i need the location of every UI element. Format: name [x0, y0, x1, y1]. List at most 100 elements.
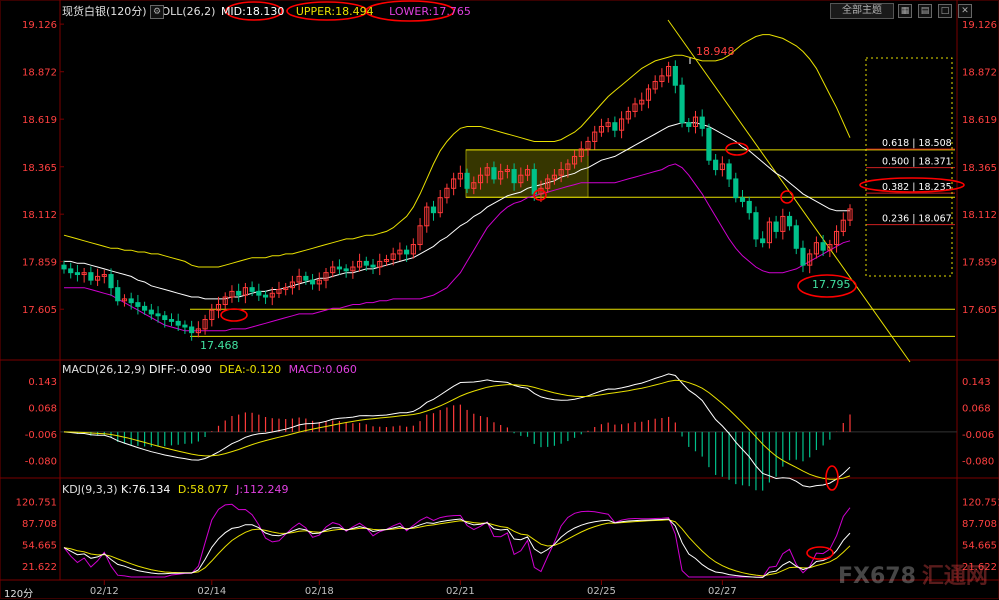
price-tick-label-right: 18.619: [962, 115, 997, 126]
candle-body-down: [699, 116, 705, 129]
highlight-circle-support: [220, 308, 248, 322]
macd-diff-value: DIFF:-0.090: [149, 363, 212, 376]
price-tick-label-right: 17.605: [962, 305, 997, 316]
candle-body-down: [309, 279, 316, 285]
candle-body-down: [793, 225, 799, 249]
macd-tick-label-right: -0.080: [962, 457, 994, 468]
candle-body-down: [249, 287, 255, 292]
macd-indicator-name: MACD(26,12,9): [62, 363, 146, 376]
kdj-tick-label-right: 54.665: [962, 541, 997, 552]
macd-tick-label-right: -0.006: [962, 430, 994, 441]
macd-tick-label-left: -0.006: [25, 430, 57, 441]
layout-grid-icon[interactable]: ▦: [898, 4, 912, 18]
kdj-j-value: J:112.249: [236, 483, 289, 496]
chart-window: 19.126 19.126 18.872 18.872 18.619 18.619 18.3…: [0, 0, 999, 600]
candle-body-down: [800, 247, 806, 266]
candle-body-down: [189, 326, 195, 334]
boll-mid-value: MID:18.130: [220, 5, 285, 18]
price-tick-label-right: 18.112: [962, 210, 997, 221]
candle-body-down: [753, 212, 759, 240]
close-icon[interactable]: ✕: [958, 4, 972, 18]
candle-body-down: [108, 274, 114, 289]
candle-body-down: [679, 84, 685, 124]
fib-level-label: 0.618 | 18.508: [882, 138, 952, 149]
price-tick-label-left: 18.872: [22, 68, 57, 79]
candle-body-down: [706, 127, 712, 161]
candle-body-down: [155, 313, 161, 317]
macd-tick-label-left: 0.068: [28, 404, 57, 415]
candle-body-down: [773, 221, 779, 232]
candle-body-down: [733, 178, 739, 199]
candle-body-down: [511, 169, 517, 184]
macd-macd-value: MACD:0.060: [288, 363, 357, 376]
candle-body-down: [303, 275, 309, 281]
candle-body-down: [820, 242, 826, 251]
candle-body-down: [128, 298, 134, 304]
price-tick-label-left: 17.859: [22, 258, 57, 269]
candle-body-down: [256, 290, 262, 296]
kdj-d-line: [63, 519, 851, 577]
kdj-k-line: [63, 518, 851, 578]
boll-lower-value: LOWER:17.765: [389, 5, 471, 18]
boll-lower-band: [64, 163, 851, 332]
kdj-tick-label-left: 54.665: [22, 541, 57, 552]
candle-body-down: [162, 315, 168, 321]
watermark-cn: 汇通网: [921, 564, 988, 589]
candle-body-down: [713, 159, 719, 171]
kdj-j-line: [63, 503, 851, 578]
boll-mid-band: [64, 122, 850, 300]
price-chart-canvas[interactable]: 19.126 19.126 18.872 18.872 18.619 18.619 18.3…: [0, 0, 999, 599]
candle-body-down: [726, 163, 732, 180]
candle-body-down: [115, 287, 121, 302]
candle-body-down: [343, 268, 349, 272]
settings-gear-icon[interactable]: ⚙: [150, 5, 164, 19]
kdj-tick-label-left: 21.622: [22, 562, 57, 573]
date-tick-label: 02/27: [708, 586, 737, 597]
candle-body-down: [236, 290, 242, 296]
boll-upper-band: [63, 34, 851, 268]
candle-body-down: [404, 249, 410, 255]
boll-upper-value: UPPER:18.494: [295, 5, 374, 18]
candle-body-down: [336, 266, 343, 270]
grid-alt-icon[interactable]: ▤: [918, 4, 932, 18]
candle-body-down: [168, 319, 175, 322]
candle-body-down: [760, 238, 766, 244]
candle-body-down: [262, 294, 269, 298]
theme-select-button[interactable]: 全部主题: [830, 3, 894, 19]
kdj-header: KDJ(9,3,3) K:76.134 D:58.077 J:112.249: [62, 483, 289, 496]
candle-body-down: [68, 268, 74, 274]
candle-body-down: [148, 309, 154, 315]
macd-header: MACD(26,12,9) DIFF:-0.090 DEA:-0.120 MAC…: [62, 363, 357, 376]
price-tick-label-right: 18.365: [962, 163, 997, 174]
recent-low-label: 17.795: [812, 278, 851, 291]
kdj-tick-label-right: 120.751: [962, 497, 999, 508]
price-tick-label-right: 17.859: [962, 258, 997, 269]
price-tick-label-left: 19.126: [22, 20, 57, 31]
watermark-logo: FX678 汇通网: [838, 558, 988, 590]
fib-level-label: 0.236 | 18.067: [882, 214, 952, 225]
price-tick-label-left: 18.619: [22, 115, 57, 126]
highlight-circle-382: [725, 142, 749, 156]
candle-body-down: [363, 260, 369, 266]
date-tick-label: 02/18: [305, 586, 334, 597]
macd-tick-label-right: 0.068: [962, 404, 991, 415]
macd-dea-line: [63, 379, 851, 480]
candle-body-down: [61, 264, 67, 270]
maximize-icon[interactable]: □: [938, 4, 952, 18]
candle-body-down: [74, 272, 81, 276]
kdj-tick-label-left: 87.708: [22, 519, 57, 530]
candle-body-down: [370, 264, 376, 268]
watermark-brand: FX678: [838, 564, 916, 589]
candle-body-down: [142, 305, 148, 311]
candle-body-down: [612, 122, 618, 131]
candle-body-down: [672, 65, 678, 86]
consolidation-zone-box: [465, 149, 589, 198]
low-price-label: 17.468: [200, 339, 239, 352]
candle-body-down: [786, 215, 793, 227]
candle-body-down: [531, 169, 537, 195]
footer-period-label[interactable]: 120分: [4, 585, 33, 600]
date-tick-label: 02/21: [446, 586, 475, 597]
candle-body-down: [135, 302, 141, 307]
kdj-k-value: K:76.134: [121, 483, 171, 496]
candle-body-down: [739, 197, 746, 202]
